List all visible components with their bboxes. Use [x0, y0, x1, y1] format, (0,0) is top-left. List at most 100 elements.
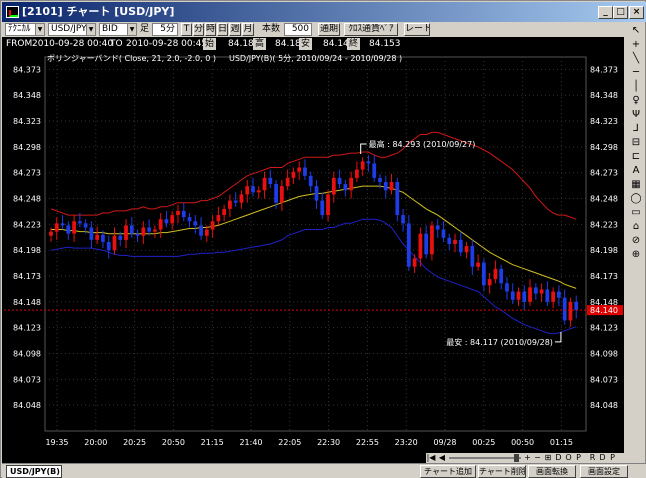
delete-chart-button[interactable]: チャート削除: [478, 465, 526, 478]
day-button[interactable]: 日: [217, 23, 228, 36]
p-button[interactable]: P: [574, 453, 583, 463]
side-select[interactable]: BID ▼: [99, 23, 137, 36]
p2-button[interactable]: P: [608, 453, 617, 463]
period-button[interactable]: 通期: [318, 23, 340, 36]
channel-tool-icon[interactable]: ⊟: [628, 136, 644, 149]
symbol-select[interactable]: USD/JPY ▼: [48, 23, 96, 36]
add-chart-button[interactable]: チャート追加: [420, 465, 476, 478]
hline-tool-icon[interactable]: ─: [628, 66, 644, 79]
candle-body: [539, 289, 544, 294]
screen-settings-button[interactable]: 画面設定: [580, 465, 628, 478]
r-button[interactable]: R: [588, 453, 597, 463]
d-button[interactable]: D: [554, 453, 563, 463]
scroll-prev-button[interactable]: ◀: [437, 453, 447, 463]
zoom-in-button[interactable]: +: [523, 453, 532, 463]
chart-scrollbar[interactable]: |◀ ◀ + − ⊞ D O P R D P: [426, 453, 624, 463]
candle-body: [383, 182, 388, 191]
candle-body: [360, 161, 365, 170]
candle-body: [89, 227, 94, 240]
fork-tool-icon[interactable]: Ψ: [628, 108, 644, 121]
pointer-tool-icon[interactable]: ↖: [628, 24, 644, 37]
y-tick-label-right: 84.198: [590, 246, 618, 255]
zoom-tool-icon[interactable]: ⊕: [628, 248, 644, 261]
high-annotation: 最高 : 84.293 (2010/09/27): [369, 139, 476, 149]
candle-body: [106, 241, 111, 251]
y-tick-label-right: 84.098: [590, 350, 618, 359]
mode-select[interactable]: ﾃｸﾆｶﾙ ▼: [5, 23, 45, 36]
candle-body: [424, 233, 429, 255]
scroll-thumb[interactable]: [514, 454, 519, 462]
from-label: FROM: [6, 39, 33, 49]
flag-tool-icon[interactable]: ♀: [628, 94, 644, 107]
maximize-button[interactable]: □: [613, 6, 628, 19]
price-chart[interactable]: 84.373 84.373 84.348 84.348 84.323 84.323 84.2…: [2, 51, 624, 463]
bracket-tool-icon[interactable]: ⊏: [628, 150, 644, 163]
d2-button[interactable]: D: [598, 453, 607, 463]
candle-body: [147, 227, 151, 232]
ellipse-tool-icon[interactable]: ◯: [628, 192, 644, 205]
crosshair-tool-icon[interactable]: +: [628, 38, 644, 51]
candle-body: [510, 291, 515, 300]
week-button[interactable]: 週: [229, 23, 241, 36]
candle-body: [464, 246, 469, 253]
window-title: [2101] チャート [USD/JPY]: [22, 5, 175, 18]
candle-body: [493, 268, 498, 280]
candle-body: [505, 283, 509, 292]
vline-tool-icon[interactable]: │: [628, 80, 644, 93]
chart-toolbar: ﾃｸﾆｶﾙ ▼ USD/JPY ▼ BID ▼ 足 5分 T 分 時 日 週 月 本数…: [2, 22, 624, 37]
cross-pair-button[interactable]: ｸﾛｽ通貨ﾍﾟｱ: [344, 23, 398, 36]
x-tick-label: 19:35: [45, 438, 68, 447]
chart-app-icon: [6, 6, 19, 18]
timeframe-field[interactable]: 5分: [152, 23, 178, 36]
y-tick-label-right: 84.273: [590, 169, 618, 178]
hour-button[interactable]: 時: [205, 23, 216, 36]
x-tick-label: 22:05: [278, 438, 301, 447]
bar-count-field[interactable]: 500: [284, 23, 312, 36]
zoom-box-button[interactable]: ⊞: [543, 453, 553, 463]
candlestick-chart-svg[interactable]: 84.373 84.373 84.348 84.348 84.323 84.323 84.2…: [2, 51, 624, 463]
scroll-track[interactable]: [449, 457, 521, 459]
trendline-tool-icon[interactable]: ╲: [628, 52, 644, 65]
candle-body: [406, 223, 411, 267]
y-tick-label-left: 84.273: [13, 169, 41, 178]
candle-body: [314, 186, 319, 201]
zoom-out-button[interactable]: −: [533, 453, 542, 463]
month-button[interactable]: 月: [242, 23, 254, 36]
o-button[interactable]: O: [564, 453, 573, 463]
title-bar[interactable]: [2101] チャート [USD/JPY] _ □ ×: [2, 2, 646, 22]
candle-body: [418, 233, 423, 259]
rectangle-tool-icon[interactable]: ▭: [628, 206, 644, 219]
candle-body: [337, 177, 342, 185]
x-tick-label: 00:50: [511, 438, 534, 447]
timeframe-label: 足: [140, 24, 150, 34]
tick-button[interactable]: T: [181, 23, 192, 36]
minimize-button[interactable]: _: [598, 6, 613, 19]
y-tick-label-left: 84.123: [13, 324, 41, 333]
fibonacci-tool-icon[interactable]: ⅃: [628, 122, 644, 135]
indicator-label: ボリンジャーバンド( Close, 21, 2.0, -2.0, 0 ): [47, 54, 216, 63]
minute-button[interactable]: 分: [193, 23, 204, 36]
series-tab[interactable]: USD/JPY(B): [6, 465, 62, 478]
grid-tool-icon[interactable]: ▦: [628, 178, 644, 191]
close-button[interactable]: ×: [629, 6, 644, 19]
candle-body: [320, 200, 325, 216]
candle-body: [458, 239, 463, 253]
text-tool-icon[interactable]: A: [628, 164, 644, 177]
candle-body: [176, 210, 180, 216]
open-label: 始: [203, 38, 217, 50]
switch-screen-button[interactable]: 画面転換: [528, 465, 576, 478]
clear-tool-icon[interactable]: ⊘: [628, 234, 644, 247]
chevron-down-icon: ▼: [35, 24, 44, 35]
scroll-first-button[interactable]: |◀: [426, 453, 436, 463]
rate-button[interactable]: レート: [404, 23, 430, 36]
x-tick-label: 22:30: [317, 438, 340, 447]
candle-body: [112, 235, 117, 251]
candle-body: [233, 200, 238, 203]
y-tick-label-left: 84.148: [13, 298, 41, 307]
candle-body: [135, 233, 140, 236]
erase-tool-icon[interactable]: ⌂: [628, 220, 644, 233]
candle-body: [372, 163, 377, 178]
upper-band-line: [50, 131, 577, 220]
candle-body: [557, 291, 561, 298]
candle-body: [95, 234, 100, 240]
